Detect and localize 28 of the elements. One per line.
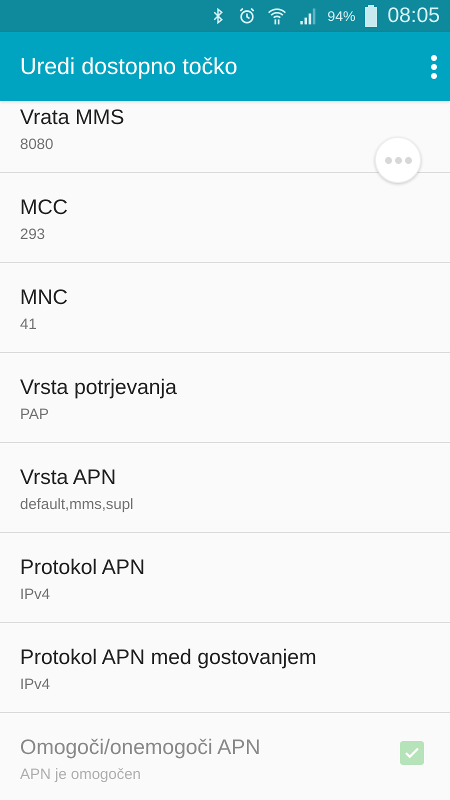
setting-title: Protokol APN	[20, 556, 146, 580]
setting-row[interactable]: Protokol APN IPv4	[0, 533, 450, 623]
battery-icon	[365, 5, 378, 27]
setting-title: Vrsta APN	[20, 466, 118, 490]
setting-title: Vrata MMS	[20, 106, 126, 130]
setting-title: MNC	[20, 286, 69, 310]
setting-value: default,mms,supl	[20, 496, 134, 513]
setting-row[interactable]: Vrsta APN default,mms,supl	[0, 443, 450, 533]
setting-title: Vrsta potrjevanja	[20, 376, 178, 400]
setting-value: IPv4	[20, 586, 52, 603]
setting-title: Omogoči/onemogoči APN	[20, 736, 262, 760]
setting-title: MCC	[20, 196, 69, 220]
battery-percent: 94%	[327, 8, 356, 24]
setting-title: Protokol APN med gostovanjem	[20, 646, 318, 670]
more-button[interactable]	[375, 137, 421, 183]
setting-value: APN je omogočen	[20, 766, 142, 783]
wifi-icon	[267, 6, 288, 26]
setting-value: IPv4	[20, 676, 52, 693]
setting-row[interactable]: MNC 41	[0, 263, 450, 353]
setting-row[interactable]: Protokol APN med gostovanjem IPv4	[0, 623, 450, 713]
setting-value: 8080	[20, 136, 54, 153]
clock: 08:05	[387, 4, 440, 28]
setting-row[interactable]: Vrsta potrjevanja PAP	[0, 353, 450, 443]
setting-value: 41	[20, 316, 38, 333]
setting-value: 293	[20, 226, 46, 243]
menu-icon[interactable]	[430, 54, 438, 78]
screen-title: Uredi dostopno točko	[20, 53, 238, 80]
setting-value: PAP	[20, 406, 50, 423]
